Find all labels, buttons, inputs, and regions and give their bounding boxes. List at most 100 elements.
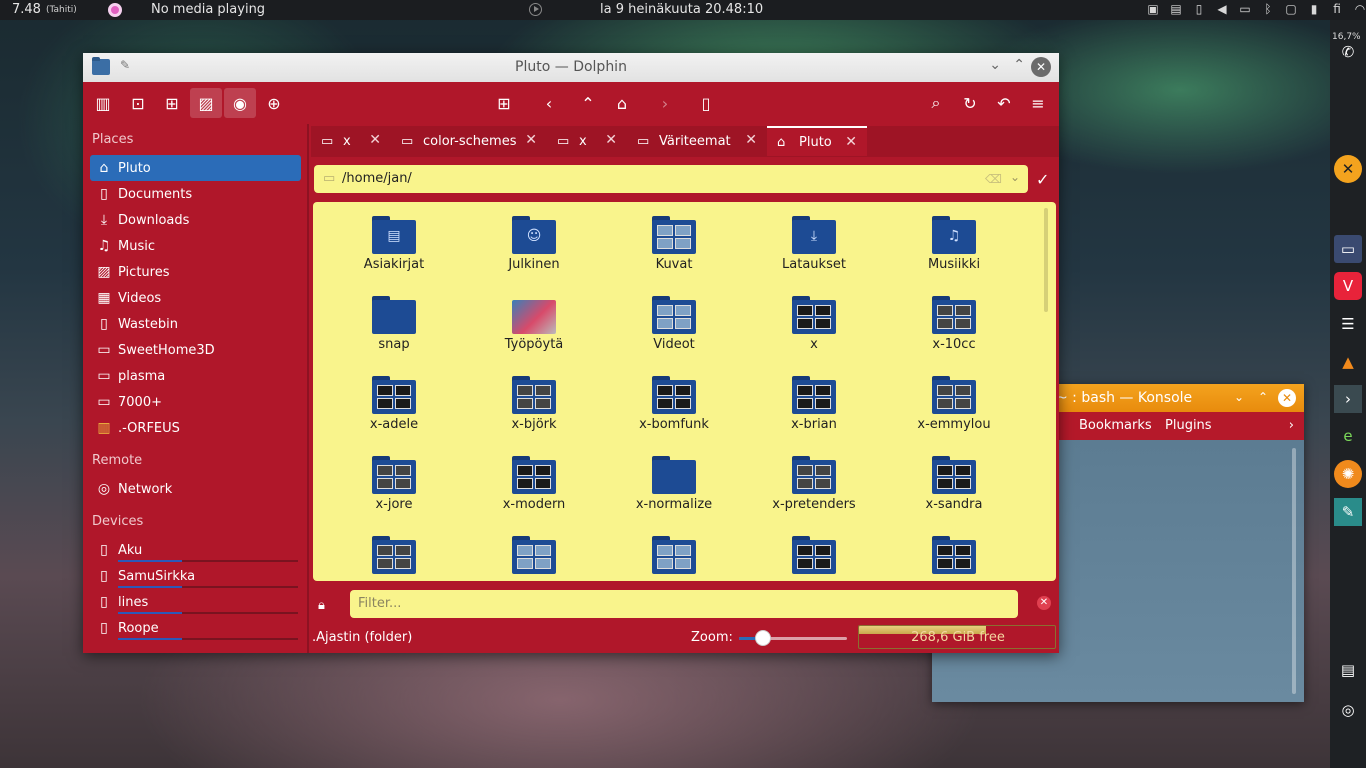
minimize-icon[interactable]: ⌄ — [1234, 390, 1244, 404]
file-item[interactable] — [469, 536, 599, 577]
screen-icon[interactable]: ▣ — [1145, 2, 1161, 16]
sidebar-item-orfeus[interactable]: ▥ .-ORFEUS — [90, 415, 301, 441]
file-item[interactable] — [749, 536, 879, 577]
file-item[interactable]: x-10cc — [889, 296, 1019, 352]
close-tab-icon[interactable]: ✕ — [745, 132, 757, 148]
maximize-icon[interactable]: ⌃ — [1013, 57, 1025, 73]
undo-icon[interactable]: ↶ — [988, 88, 1020, 118]
file-item[interactable]: x-modern — [469, 456, 599, 512]
sidebar-item-plasma[interactable]: ▭ plasma — [90, 363, 301, 389]
terminal-panel-icon[interactable]: ⊡ — [122, 88, 154, 118]
close-tab-icon[interactable]: ✕ — [369, 132, 381, 148]
file-item[interactable]: Työpöytä — [469, 296, 599, 352]
close-filter-icon[interactable]: ✕ — [1037, 596, 1051, 610]
file-item[interactable]: ⤓ Lataukset — [749, 216, 879, 272]
close-tab-icon[interactable]: ✕ — [845, 134, 857, 150]
tab-x-2[interactable]: ▭ x ✕ — [547, 126, 627, 156]
file-item[interactable]: snap — [329, 296, 459, 352]
file-item[interactable]: ▤ Asiakirjat — [329, 216, 459, 272]
split-view-icon[interactable]: ⊞ — [488, 88, 520, 118]
battery-icon[interactable]: ▮ — [1306, 2, 1322, 16]
file-manager-icon[interactable]: ▭ — [1334, 235, 1362, 263]
show-panels-icon[interactable]: ▥ — [87, 88, 119, 118]
tab-pluto[interactable]: ⌂ Pluto ✕ — [767, 126, 867, 156]
zoom-slider-handle[interactable] — [754, 630, 771, 646]
file-item[interactable]: x-björk — [469, 376, 599, 432]
trash-icon[interactable]: ▯ — [690, 88, 722, 118]
location-path[interactable]: /home/jan/ — [342, 171, 412, 186]
settings-icon[interactable]: ☰ — [1334, 310, 1362, 338]
lock-icon[interactable]: ▢ — [1283, 2, 1299, 16]
location-bar[interactable]: ▭ /home/jan/ ⌫ ⌄ — [314, 165, 1028, 193]
close-tab-icon[interactable]: ✕ — [605, 132, 617, 148]
file-item[interactable]: x — [749, 296, 879, 352]
orange-app-icon[interactable]: ✺ — [1334, 460, 1362, 488]
close-icon[interactable]: ✕ — [1031, 57, 1051, 77]
chevron-right-icon[interactable]: › — [1289, 418, 1294, 433]
clock-time[interactable]: 7.48 — [12, 2, 41, 17]
document-icon[interactable]: ▤ — [1334, 656, 1362, 684]
bluetooth-icon[interactable]: ᛒ — [1260, 2, 1276, 16]
sidebar-item-wastebin[interactable]: ▯ Wastebin — [90, 311, 301, 337]
file-view-scrollbar[interactable] — [1044, 208, 1048, 312]
home-icon[interactable]: ⌂ — [606, 88, 638, 118]
system-monitor-icon[interactable]: ◎ — [1334, 696, 1362, 724]
file-item[interactable]: x-pretenders — [749, 456, 879, 512]
tab-variteemat[interactable]: ▭ Väriteemat ✕ — [627, 126, 767, 156]
sidebar-item-pluto[interactable]: ⌂ Pluto — [90, 155, 301, 181]
sidebar-item-7000[interactable]: ▭ 7000+ — [90, 389, 301, 415]
sidebar-item-roope[interactable]: ▯ Roope — [90, 615, 301, 641]
new-window-icon[interactable]: ⊞ — [156, 88, 188, 118]
filter-field[interactable]: Filter... — [350, 590, 1018, 618]
tab-color-schemes[interactable]: ▭ color-schemes ✕ — [391, 126, 547, 156]
close-all-icon[interactable]: ✕ — [1334, 155, 1362, 183]
file-item[interactable] — [609, 536, 739, 577]
notes-icon[interactable]: ▯ — [1191, 2, 1207, 16]
clock-date[interactable]: la 9 heinäkuuta 20.48:10 — [600, 2, 763, 17]
sidebar-item-aku[interactable]: ▯ Aku — [90, 537, 301, 563]
chevron-down-icon[interactable]: ⌄ — [1010, 170, 1020, 184]
dolphin-titlebar[interactable]: ✎ Pluto — Dolphin ⌄ ⌃ ✕ — [83, 53, 1059, 82]
file-item[interactable]: Kuvat — [609, 216, 739, 272]
keyboard-layout[interactable]: fi — [1329, 2, 1345, 16]
sidebar-item-documents[interactable]: ▯ Documents — [90, 181, 301, 207]
sidebar-item-downloads[interactable]: ⤓ Downloads — [90, 207, 301, 233]
clear-location-icon[interactable]: ⌫ — [985, 172, 1002, 186]
file-item[interactable]: x-sandra — [889, 456, 1019, 512]
tab-x-1[interactable]: ▭ x ✕ — [311, 126, 391, 156]
file-item[interactable]: ♫ Musiikki — [889, 216, 1019, 272]
menu-bookmarks[interactable]: Bookmarks — [1079, 418, 1152, 433]
file-item[interactable]: x-bomfunk — [609, 376, 739, 432]
sidebar-item-samusirkka[interactable]: ▯ SamuSirkka — [90, 563, 301, 589]
file-item[interactable]: x-brian — [749, 376, 879, 432]
lock-icon[interactable]: 🔒︎ — [318, 598, 325, 613]
show-hidden-icon[interactable]: ◉ — [224, 88, 256, 118]
file-item[interactable] — [329, 536, 459, 577]
volume-icon[interactable]: ◀ — [1214, 2, 1230, 16]
wifi-icon[interactable]: ◠ — [1352, 2, 1366, 16]
media-player-icon[interactable] — [108, 3, 122, 17]
konsole-scrollbar[interactable] — [1292, 448, 1296, 694]
phone-icon[interactable]: ✆ — [1334, 38, 1362, 66]
sidebar-item-sweethome3d[interactable]: ▭ SweetHome3D — [90, 337, 301, 363]
display-icon[interactable]: ▭ — [1237, 2, 1253, 16]
maximize-icon[interactable]: ⌃ — [1258, 390, 1268, 404]
new-tab-icon[interactable]: ⊕ — [258, 88, 290, 118]
vlc-icon[interactable]: ▲ — [1334, 348, 1362, 376]
sidebar-item-lines[interactable]: ▯ lines — [90, 589, 301, 615]
sidebar-item-videos[interactable]: ▦ Videos — [90, 285, 301, 311]
hamburger-menu-icon[interactable]: ≡ — [1022, 88, 1054, 118]
file-item[interactable] — [889, 536, 1019, 577]
forward-icon[interactable]: › — [649, 88, 681, 118]
close-icon[interactable]: ✕ — [1278, 389, 1296, 407]
sidebar-item-music[interactable]: ♫ Music — [90, 233, 301, 259]
terminal-icon[interactable]: › — [1334, 385, 1362, 413]
reload-icon[interactable]: ↻ — [954, 88, 986, 118]
file-item[interactable]: Videot — [609, 296, 739, 352]
media-status[interactable]: No media playing — [151, 2, 265, 17]
back-icon[interactable]: ‹ — [533, 88, 565, 118]
file-item[interactable]: x-normalize — [609, 456, 739, 512]
ebook-icon[interactable]: e — [1334, 422, 1362, 450]
confirm-location-icon[interactable]: ✓ — [1036, 170, 1049, 189]
file-item[interactable]: x-emmylou — [889, 376, 1019, 432]
